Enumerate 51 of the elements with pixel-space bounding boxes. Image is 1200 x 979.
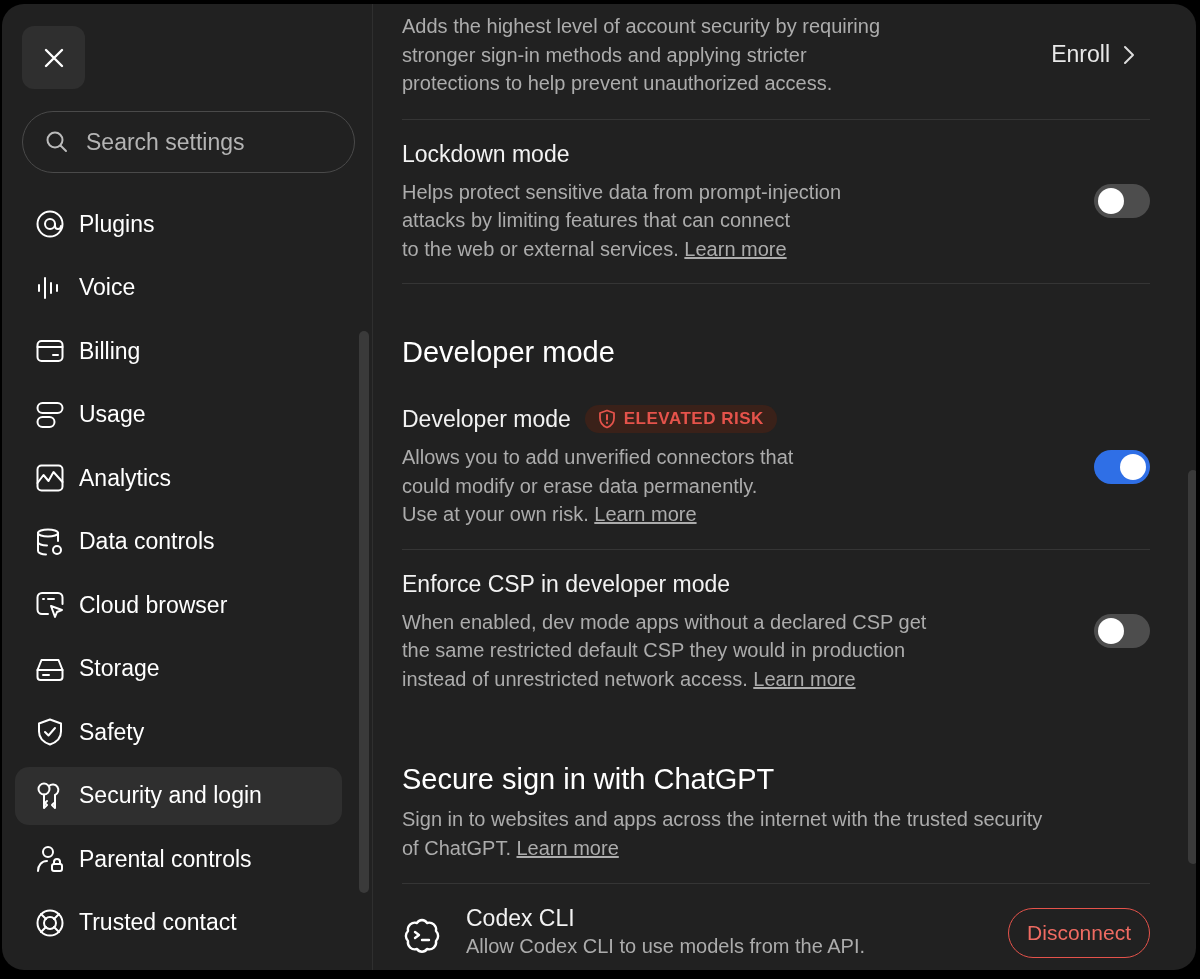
enroll-button[interactable]: Enroll	[1045, 40, 1142, 70]
sidebar-item[interactable]: Safety	[15, 703, 342, 761]
search-field[interactable]: Search settings	[22, 111, 355, 173]
window-cursor-icon	[35, 590, 65, 620]
learn-more-link[interactable]: Learn more	[516, 836, 619, 859]
sidebar-item[interactable]: Trusted contact	[15, 893, 342, 952]
chart-icon	[35, 463, 65, 493]
cloud-terminal-icon	[402, 916, 442, 956]
sidebar-item[interactable]: Plugins	[15, 195, 342, 253]
shield-check-icon	[35, 717, 65, 747]
sidebar-item[interactable]: Cloud browser	[15, 576, 342, 634]
setting-title: Enforce CSP in developer mode	[402, 569, 731, 598]
chevron-right-icon	[1122, 43, 1136, 66]
sidebar-item[interactable]: Analytics	[15, 449, 342, 507]
stacked-pills-icon	[35, 399, 65, 430]
learn-more-link[interactable]: Learn more	[753, 667, 856, 690]
setting-description: Adds the highest level of account security by requiring stronger sign-in methods and applying stricter protections to help prevent unauthorized access.	[402, 14, 881, 96]
close-button[interactable]	[22, 26, 85, 89]
setting-title: Lockdown mode	[402, 139, 570, 168]
toggle-switch[interactable]	[1094, 449, 1150, 484]
disconnect-button[interactable]: Disconnect	[1008, 908, 1150, 958]
search-icon	[45, 130, 69, 154]
lifebuoy-icon	[35, 907, 65, 938]
sidebar-item[interactable]: Voice	[15, 258, 342, 317]
sidebar-item[interactable]: Billing	[15, 322, 342, 380]
setting-description: Helps protect sensitive data from prompt-injection attacks by limiting features that can connect to the web or external services. Learn more	[402, 179, 842, 262]
sidebar-item[interactable]: Storage	[15, 639, 342, 698]
toggle-switch[interactable]	[1094, 184, 1150, 219]
person-lock-icon	[35, 844, 65, 874]
learn-more-link[interactable]: Learn more	[594, 503, 697, 525]
database-gear-icon	[35, 526, 65, 557]
toggle-switch[interactable]	[1094, 614, 1150, 649]
risk-badge: ELEVATED RISK	[584, 405, 777, 433]
section-description: Sign in to websites and apps across the internet with the trusted security of ChatGPT. Learn more	[402, 807, 1044, 861]
scrollbar[interactable]	[1188, 470, 1196, 864]
sidebar-item[interactable]: Security and login	[15, 766, 342, 825]
app-name: Codex CLI	[466, 905, 575, 931]
at-sign-icon	[35, 209, 65, 239]
scrollbar[interactable]	[359, 331, 369, 893]
learn-more-link[interactable]: Learn more	[684, 237, 787, 260]
section-heading: Secure sign in with ChatGPT	[402, 762, 776, 797]
app-description: Allow Codex CLI to use models from the API.	[466, 934, 867, 958]
setting-description: Allows you to add unverified connectors that could modify or erase data permanently. Use at your own risk. Learn more	[402, 445, 794, 527]
sidebar-item[interactable]: Parental controls	[15, 830, 342, 888]
setting-title: Developer mode	[402, 405, 571, 433]
sidebar-item[interactable]: Data controls	[15, 512, 342, 571]
sidebar-item[interactable]: Usage	[15, 385, 342, 444]
shield-alert-icon	[597, 409, 616, 429]
setting-description: When enabled, dev mode apps without a declared CSP get the same restricted default CSP they would in production instead of unrestricted network access. Learn more	[402, 609, 927, 692]
close-icon	[42, 46, 65, 69]
section-heading: Developer mode	[402, 335, 616, 370]
